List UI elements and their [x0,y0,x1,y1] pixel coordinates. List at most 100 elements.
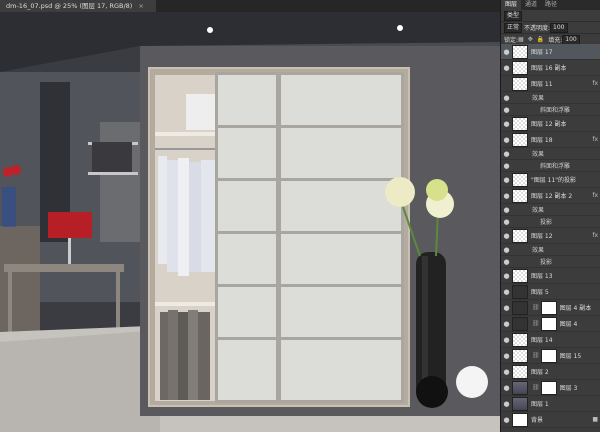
visibility-eye-icon[interactable]: ● [501,258,512,266]
visibility-eye-icon[interactable]: ● [501,120,512,128]
layer-name: 效果 [532,247,545,254]
visibility-eye-icon[interactable]: ● [501,150,512,158]
visibility-eye-icon[interactable]: ● [501,384,512,392]
visibility-eye-icon[interactable]: ● [501,320,512,328]
layer-row[interactable]: ● ⛓ 图层 4 [501,316,600,332]
layer-row[interactable]: ● 图层 16 副本 [501,60,600,76]
layer-row[interactable]: ● ⛓ 图层 3 [501,380,600,396]
layer-row[interactable]: 图层 11 fx [501,76,600,92]
lock-icon: ■ [592,416,598,423]
layer-effects-row[interactable]: ● 效果 [501,148,600,160]
blend-mode-select[interactable]: 正常 [504,22,523,33]
layer-thumbnail [512,364,528,379]
visibility-eye-icon[interactable]: ● [501,368,512,376]
visibility-eye-icon[interactable]: ● [501,218,512,226]
visibility-eye-icon[interactable]: ● [501,416,512,424]
opacity-input[interactable]: 100 [550,22,568,33]
panel-tabs: 图层 通道 路径 [501,0,600,10]
layer-effect-item[interactable]: ● 斜面和浮雕 [501,104,600,116]
layer-row[interactable]: ● 图层 17 [501,44,600,60]
layer-row[interactable]: ● 图层 12 副本 2 fx [501,188,600,204]
layer-name: 图层 4 [559,321,578,328]
layer-mask-thumbnail [540,380,557,395]
document-tab[interactable]: dm-16_07.psd @ 25% (图层 17, RGB/8) × [0,0,156,12]
layer-name: 效果 [532,207,545,214]
visibility-eye-icon[interactable]: ● [501,246,512,254]
visibility-eye-icon[interactable]: ● [501,272,512,280]
layer-effects-row[interactable]: ● 效果 [501,204,600,216]
layer-thumbnail [512,412,528,427]
visibility-eye-icon[interactable]: ● [501,232,512,240]
visibility-eye-icon[interactable]: ● [501,94,512,102]
visibility-eye-icon[interactable]: ● [501,400,512,408]
layer-mask-thumbnail [540,300,557,315]
close-tab-icon[interactable]: × [138,2,143,10]
visibility-eye-icon[interactable]: ● [501,336,512,344]
layer-thumbnail [512,228,528,243]
layer-name: 图层 4 副本 [559,305,592,312]
layer-row[interactable]: ● 图层 14 [501,332,600,348]
layer-name: 图层 1 [531,401,549,408]
link-icon: ⛓ [532,320,540,327]
layer-row[interactable]: ● 图层 5 [501,284,600,300]
visibility-eye-icon[interactable]: ● [501,352,512,360]
layer-row[interactable]: ● 图层 2 [501,364,600,380]
layer-row[interactable]: ● "图层 11"的投影 [501,172,600,188]
tab-channels[interactable]: 通道 [521,0,541,10]
tab-layers[interactable]: 图层 [501,0,522,10]
visibility-eye-icon[interactable]: ● [501,176,512,184]
layer-name: 图层 12 副本 [531,121,567,128]
visibility-eye-icon[interactable]: ● [501,162,512,170]
visibility-eye-icon[interactable]: ● [501,288,512,296]
fx-icon[interactable]: fx [592,192,598,199]
fx-icon[interactable]: fx [592,232,598,239]
layer-name: 图层 16 副本 [531,65,567,72]
layer-name: 图层 12 副本 2 [531,193,573,200]
lock-position-icon: ✥ [527,36,533,43]
tab-paths[interactable]: 路径 [541,0,561,10]
layer-row[interactable]: ● 图层 12 fx [501,228,600,244]
layer-name: 背景 [531,417,544,424]
layer-effect-item[interactable]: ● 投影 [501,216,600,228]
layer-row[interactable]: ● 图层 12 副本 [501,116,600,132]
layer-name: 图层 2 [531,369,549,376]
document-tab-title: dm-16_07.psd @ 25% (图层 17, RGB/8) [6,2,133,10]
layer-thumbnail [512,316,528,331]
layer-row[interactable]: ● 图层 18 fx [501,132,600,148]
lock-icons[interactable]: ▦ ✥ 🔒 [518,36,548,43]
layer-thumbnail [512,132,528,147]
fx-icon[interactable]: fx [592,80,598,87]
filter-kind-select[interactable]: 类型 [504,10,523,21]
visibility-eye-icon[interactable]: ● [501,64,512,72]
layers-panel: 图层 通道 路径 类型 正常 不透明度: 100 锁定: ▦ ✥ 🔒 填充: 100… [500,0,600,432]
layer-row[interactable]: ● 图层 13 [501,268,600,284]
visibility-eye-icon[interactable]: ● [501,304,512,312]
blend-row: 正常 不透明度: 100 [501,22,600,34]
layer-thumbnail [512,172,528,187]
layer-thumbnail [512,284,528,299]
visibility-eye-icon[interactable]: ● [501,136,512,144]
layer-row[interactable]: ● ⛓ 图层 4 副本 [501,300,600,316]
visibility-eye-icon[interactable]: ● [501,106,512,114]
layer-effects-row[interactable]: ● 效果 [501,244,600,256]
layer-row[interactable]: ● 背景 ■ [501,412,600,428]
layer-thumbnail [512,348,528,363]
artwork-image [0,12,500,432]
layer-row[interactable]: ● ⛓ 图层 15 [501,348,600,364]
layer-name: 投影 [540,259,553,266]
visibility-eye-icon[interactable]: ● [501,48,512,56]
fx-icon[interactable]: fx [592,136,598,143]
visibility-eye-icon[interactable]: ● [501,192,512,200]
layer-row[interactable]: ● 图层 1 [501,396,600,412]
layer-effects-row[interactable]: ● 效果 [501,92,600,104]
layer-name: 图层 13 [531,273,553,280]
layer-effect-item[interactable]: ● 斜面和浮雕 [501,160,600,172]
document-canvas[interactable]: dm-16_07.psd @ 25% (图层 17, RGB/8) × [0,0,500,432]
fill-input[interactable]: 100 [562,34,580,45]
lock-all-icon: 🔒 [536,36,545,43]
layer-name: 效果 [532,151,545,158]
visibility-eye-icon[interactable]: ● [501,206,512,214]
layer-mask-thumbnail [540,316,557,331]
layer-effect-item[interactable]: ● 投影 [501,256,600,268]
layer-name: 图层 5 [531,289,549,296]
